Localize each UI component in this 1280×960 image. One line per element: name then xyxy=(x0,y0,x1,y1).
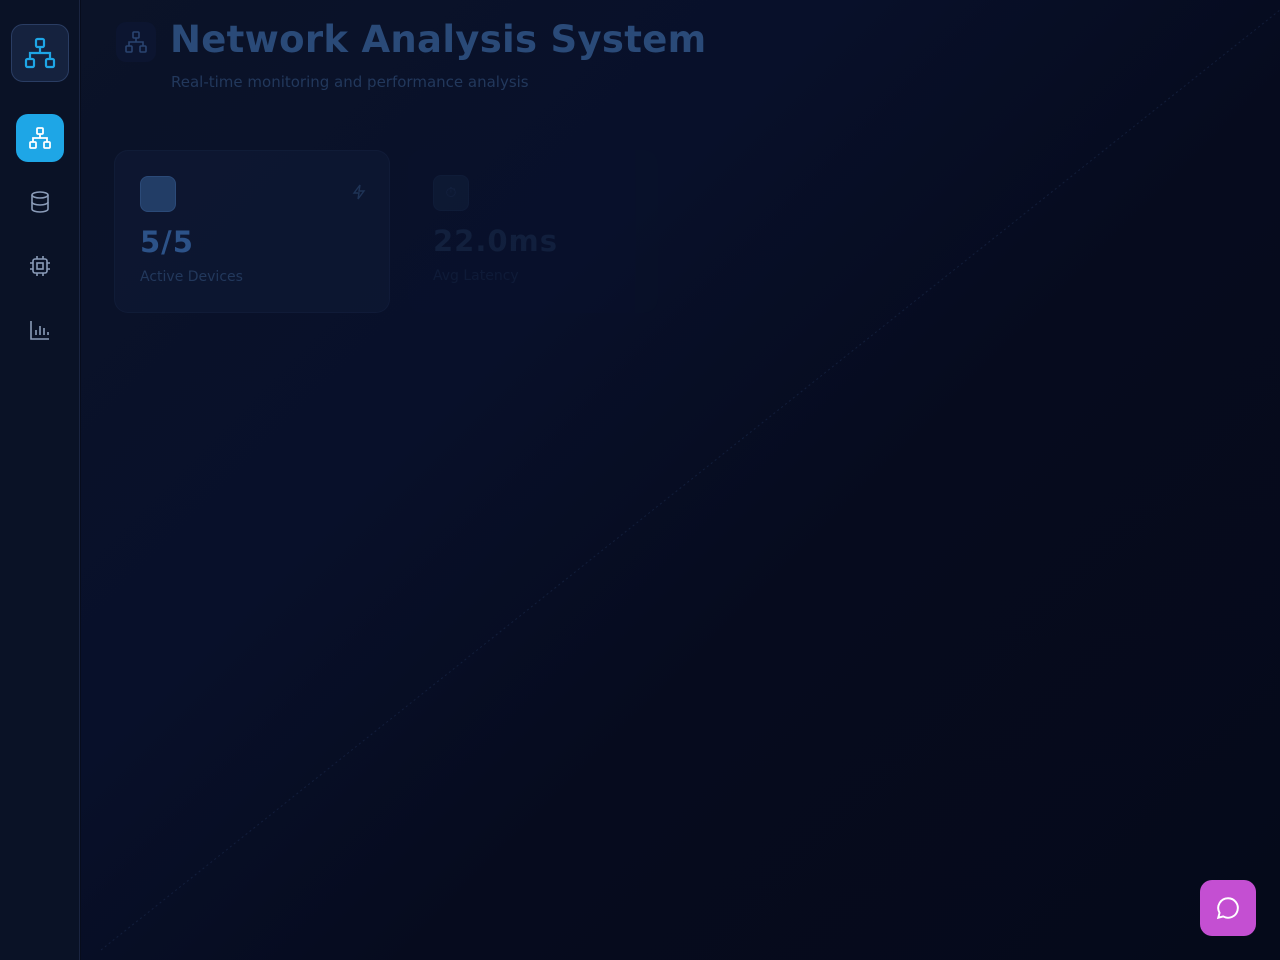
stat-value: 22.0ms xyxy=(433,224,559,258)
bar-chart-icon xyxy=(30,321,49,340)
background-decoration xyxy=(100,9,1280,951)
clock-icon: ⏱ xyxy=(433,175,469,211)
database-icon xyxy=(31,191,49,213)
sidebar xyxy=(0,0,80,960)
sidebar-item-analytics[interactable] xyxy=(16,306,64,354)
bolt-icon xyxy=(352,184,366,200)
chat-bubble-icon xyxy=(1216,897,1239,920)
cpu-icon xyxy=(30,256,50,276)
stat-label: Avg Latency xyxy=(433,268,519,284)
sidebar-item-network[interactable] xyxy=(16,114,64,162)
app-logo[interactable] xyxy=(11,24,69,82)
header-logo xyxy=(116,22,156,62)
page-title: Network Analysis System xyxy=(170,18,707,61)
stat-card-active-devices[interactable]: 5/5 Active Devices xyxy=(114,150,390,313)
network-icon xyxy=(24,37,56,69)
network-icon xyxy=(125,31,147,53)
network-icon xyxy=(29,127,51,149)
device-icon xyxy=(140,176,176,212)
page-subtitle: Real-time monitoring and performance ana… xyxy=(171,73,529,91)
stat-card-latency[interactable]: ⏱ 22.0ms Avg Latency xyxy=(408,150,658,313)
sidebar-item-cpu[interactable] xyxy=(16,242,64,290)
stat-value: 5/5 xyxy=(140,225,194,259)
stat-label: Active Devices xyxy=(140,269,243,285)
chat-button[interactable] xyxy=(1200,880,1256,936)
main-content: Network Analysis System Real-time monito… xyxy=(81,0,1280,960)
sidebar-item-database[interactable] xyxy=(16,178,64,226)
